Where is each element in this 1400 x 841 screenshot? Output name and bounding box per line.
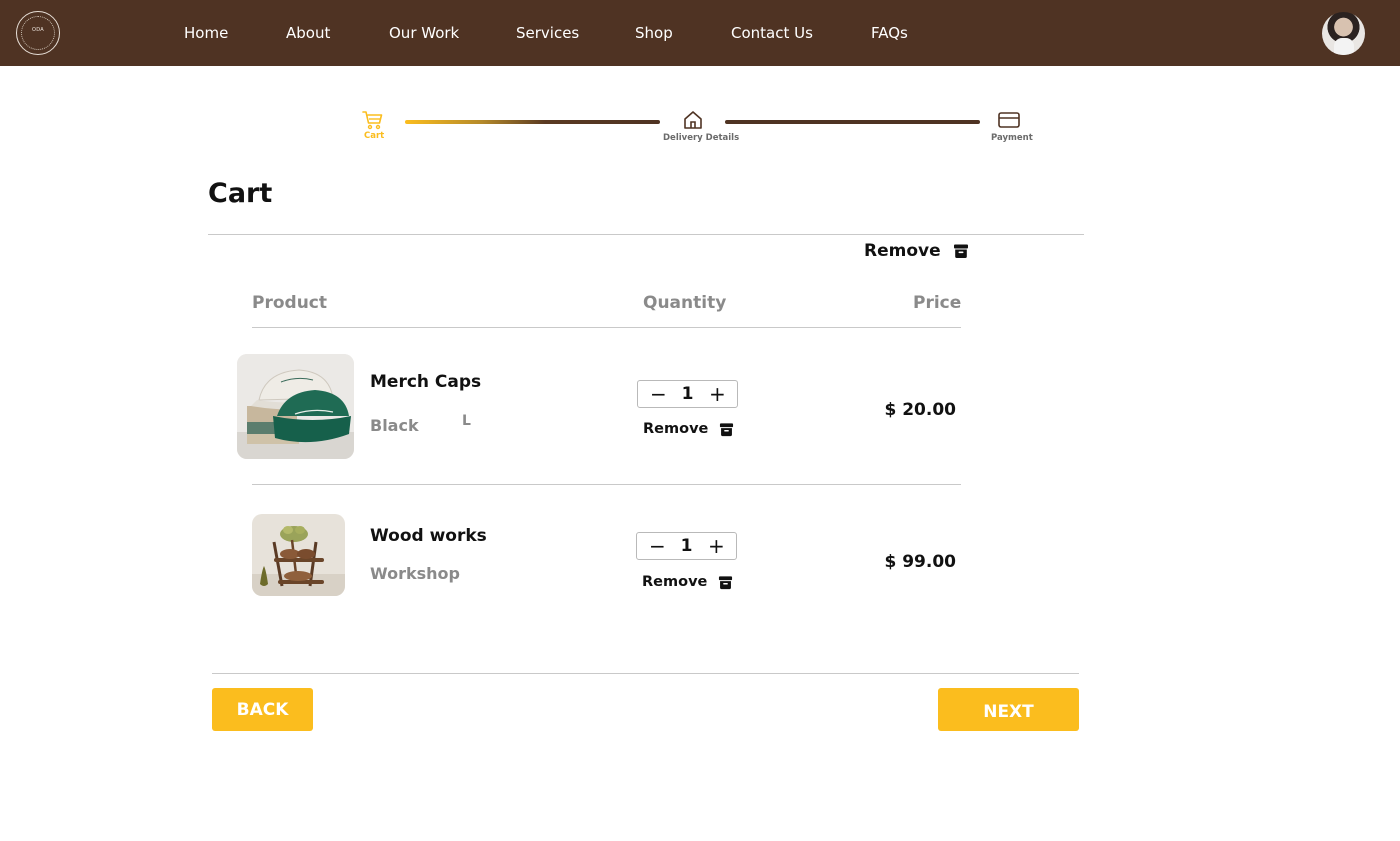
trash-icon bbox=[953, 244, 968, 258]
remove-all-label: Remove bbox=[864, 241, 941, 261]
nav-home[interactable]: Home bbox=[184, 24, 228, 42]
product-variant: Workshop bbox=[370, 564, 460, 583]
increment-button[interactable]: + bbox=[709, 384, 726, 404]
remove-item-button[interactable]: Remove bbox=[642, 572, 733, 592]
progress-bar-2 bbox=[725, 120, 980, 124]
column-header-product: Product bbox=[252, 293, 327, 313]
quantity-stepper: − 1 + bbox=[637, 380, 738, 408]
progress-bar-1 bbox=[405, 120, 660, 124]
nav-services[interactable]: Services bbox=[516, 24, 579, 42]
product-image[interactable] bbox=[252, 514, 345, 596]
trash-icon bbox=[719, 575, 733, 589]
quantity-value: 1 bbox=[681, 384, 694, 404]
step-label-delivery: Delivery Details bbox=[663, 133, 740, 143]
nav-shop[interactable]: Shop bbox=[635, 24, 673, 42]
nav-about[interactable]: About bbox=[286, 24, 330, 42]
site-header: ODA Home About Our Work Services Shop Co… bbox=[0, 0, 1400, 66]
divider bbox=[208, 234, 1084, 235]
remove-label: Remove bbox=[643, 421, 709, 437]
quantity-stepper: − 1 + bbox=[636, 532, 737, 560]
quantity-value: 1 bbox=[680, 536, 693, 556]
divider bbox=[252, 484, 961, 485]
next-button[interactable]: NEXT bbox=[938, 688, 1079, 731]
product-size: L bbox=[462, 413, 471, 429]
divider bbox=[212, 673, 1079, 674]
column-header-quantity: Quantity bbox=[643, 293, 727, 313]
remove-all-button[interactable]: Remove bbox=[864, 240, 969, 262]
step-label-payment: Payment bbox=[991, 133, 1033, 143]
nav-our-work[interactable]: Our Work bbox=[389, 24, 459, 42]
divider bbox=[252, 327, 961, 328]
step-label-cart: Cart bbox=[364, 131, 385, 141]
home-icon[interactable] bbox=[681, 108, 705, 132]
product-name: Wood works bbox=[370, 526, 487, 546]
cart-icon[interactable] bbox=[361, 108, 385, 132]
page-title: Cart bbox=[208, 178, 273, 209]
trash-icon bbox=[720, 422, 734, 436]
credit-card-icon[interactable] bbox=[997, 108, 1021, 132]
nav-faqs[interactable]: FAQs bbox=[871, 24, 908, 42]
item-price: $ 99.00 bbox=[884, 552, 956, 572]
decrement-button[interactable]: − bbox=[650, 384, 667, 404]
user-avatar[interactable] bbox=[1322, 12, 1365, 55]
product-variant: Black bbox=[370, 416, 419, 435]
item-price: $ 20.00 bbox=[884, 400, 956, 420]
column-header-price: Price bbox=[913, 293, 962, 313]
decrement-button[interactable]: − bbox=[649, 536, 666, 556]
remove-item-button[interactable]: Remove bbox=[643, 419, 734, 439]
product-name: Merch Caps bbox=[370, 372, 482, 392]
nav-contact-us[interactable]: Contact Us bbox=[731, 24, 813, 42]
remove-label: Remove bbox=[642, 574, 708, 590]
main-nav: Home About Our Work Services Shop Contac… bbox=[0, 0, 1000, 66]
product-image[interactable] bbox=[237, 354, 354, 459]
increment-button[interactable]: + bbox=[708, 536, 725, 556]
back-button[interactable]: BACK bbox=[212, 688, 313, 731]
